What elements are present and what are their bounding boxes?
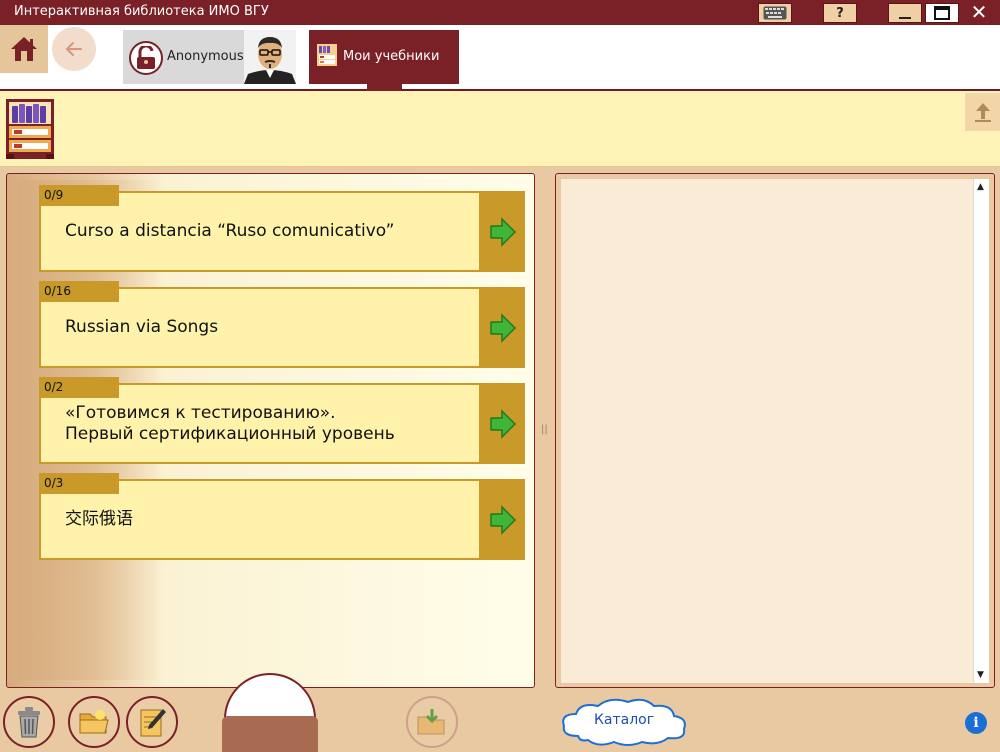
minimize-icon [899, 17, 911, 19]
edit-button[interactable] [126, 696, 178, 748]
user-tab[interactable]: Anonymous [123, 30, 296, 84]
open-book-button[interactable] [481, 287, 525, 368]
open-book-button[interactable] [481, 191, 525, 272]
scroll-up-button[interactable]: ▲ [977, 182, 984, 192]
keyboard-button[interactable] [758, 3, 792, 23]
library-shelf-icon [6, 99, 54, 159]
details-panel: ▲ ▼ [555, 173, 995, 688]
details-content [561, 179, 974, 683]
catalog-button[interactable]: Каталог [558, 696, 690, 748]
green-arrow-icon [490, 312, 517, 343]
home-icon [11, 37, 37, 61]
header-band [0, 91, 1000, 167]
tab-my-textbooks[interactable]: Мои учебники [309, 30, 459, 84]
bookshelf-icon [317, 44, 337, 66]
close-button[interactable]: ✕ [962, 0, 996, 24]
scroll-down-button[interactable]: ▼ [977, 670, 984, 680]
catalog-label: Каталог [593, 712, 655, 728]
active-tab-indicator [367, 82, 402, 91]
book-card[interactable]: 交际俄语 0/3 [39, 473, 525, 560]
maximize-button[interactable] [925, 3, 959, 23]
edit-notebook-icon [140, 709, 166, 737]
title-bar: Интерактивная библиотека ИМО ВГУ ? ✕ [0, 0, 1000, 25]
window-title: Интерактивная библиотека ИМО ВГУ [14, 4, 269, 19]
tab-label: Мои учебники [343, 49, 440, 64]
upload-button[interactable] [965, 93, 1000, 131]
delete-button[interactable] [3, 696, 55, 748]
book-progress: 0/3 [39, 473, 119, 494]
center-dome-base [222, 716, 318, 752]
open-book-button[interactable] [481, 383, 525, 464]
user-avatar-icon [244, 30, 296, 84]
home-button[interactable] [0, 25, 48, 73]
maximize-icon [934, 6, 950, 20]
open-book-button[interactable] [481, 479, 525, 560]
unlocked-padlock-icon [137, 46, 155, 69]
book-progress: 0/2 [39, 377, 119, 398]
book-progress: 0/16 [39, 281, 119, 302]
info-button[interactable]: i [965, 712, 987, 734]
panel-splitter[interactable]: || [541, 424, 548, 435]
green-arrow-icon [490, 216, 517, 247]
back-button[interactable] [52, 27, 96, 71]
back-arrow-icon [65, 42, 82, 56]
download-folder-icon [417, 709, 445, 735]
user-name: Anonymous [167, 49, 244, 64]
green-arrow-icon [490, 408, 517, 439]
book-progress: 0/9 [39, 185, 119, 206]
book-card[interactable]: «Готовимся к тестированию». Первый серти… [39, 377, 525, 464]
nav-bar: Anonymous Мои учебники [0, 25, 1000, 91]
open-folder-button[interactable] [68, 696, 120, 748]
book-card[interactable]: Russian via Songs 0/16 [39, 281, 525, 368]
book-card[interactable]: Curso a distancia “Ruso comunicativo” 0/… [39, 185, 525, 272]
avatar [244, 30, 296, 84]
download-button[interactable] [406, 696, 458, 748]
upload-arrow-icon [974, 103, 991, 122]
minimize-button[interactable] [888, 3, 922, 23]
green-arrow-icon [490, 504, 517, 535]
trash-icon [18, 707, 40, 738]
help-button[interactable]: ? [823, 3, 857, 23]
keyboard-icon [763, 6, 787, 20]
scrollbar[interactable]: ▲ ▼ [973, 179, 989, 683]
folder-icon [79, 710, 109, 734]
login-button[interactable] [129, 41, 163, 75]
